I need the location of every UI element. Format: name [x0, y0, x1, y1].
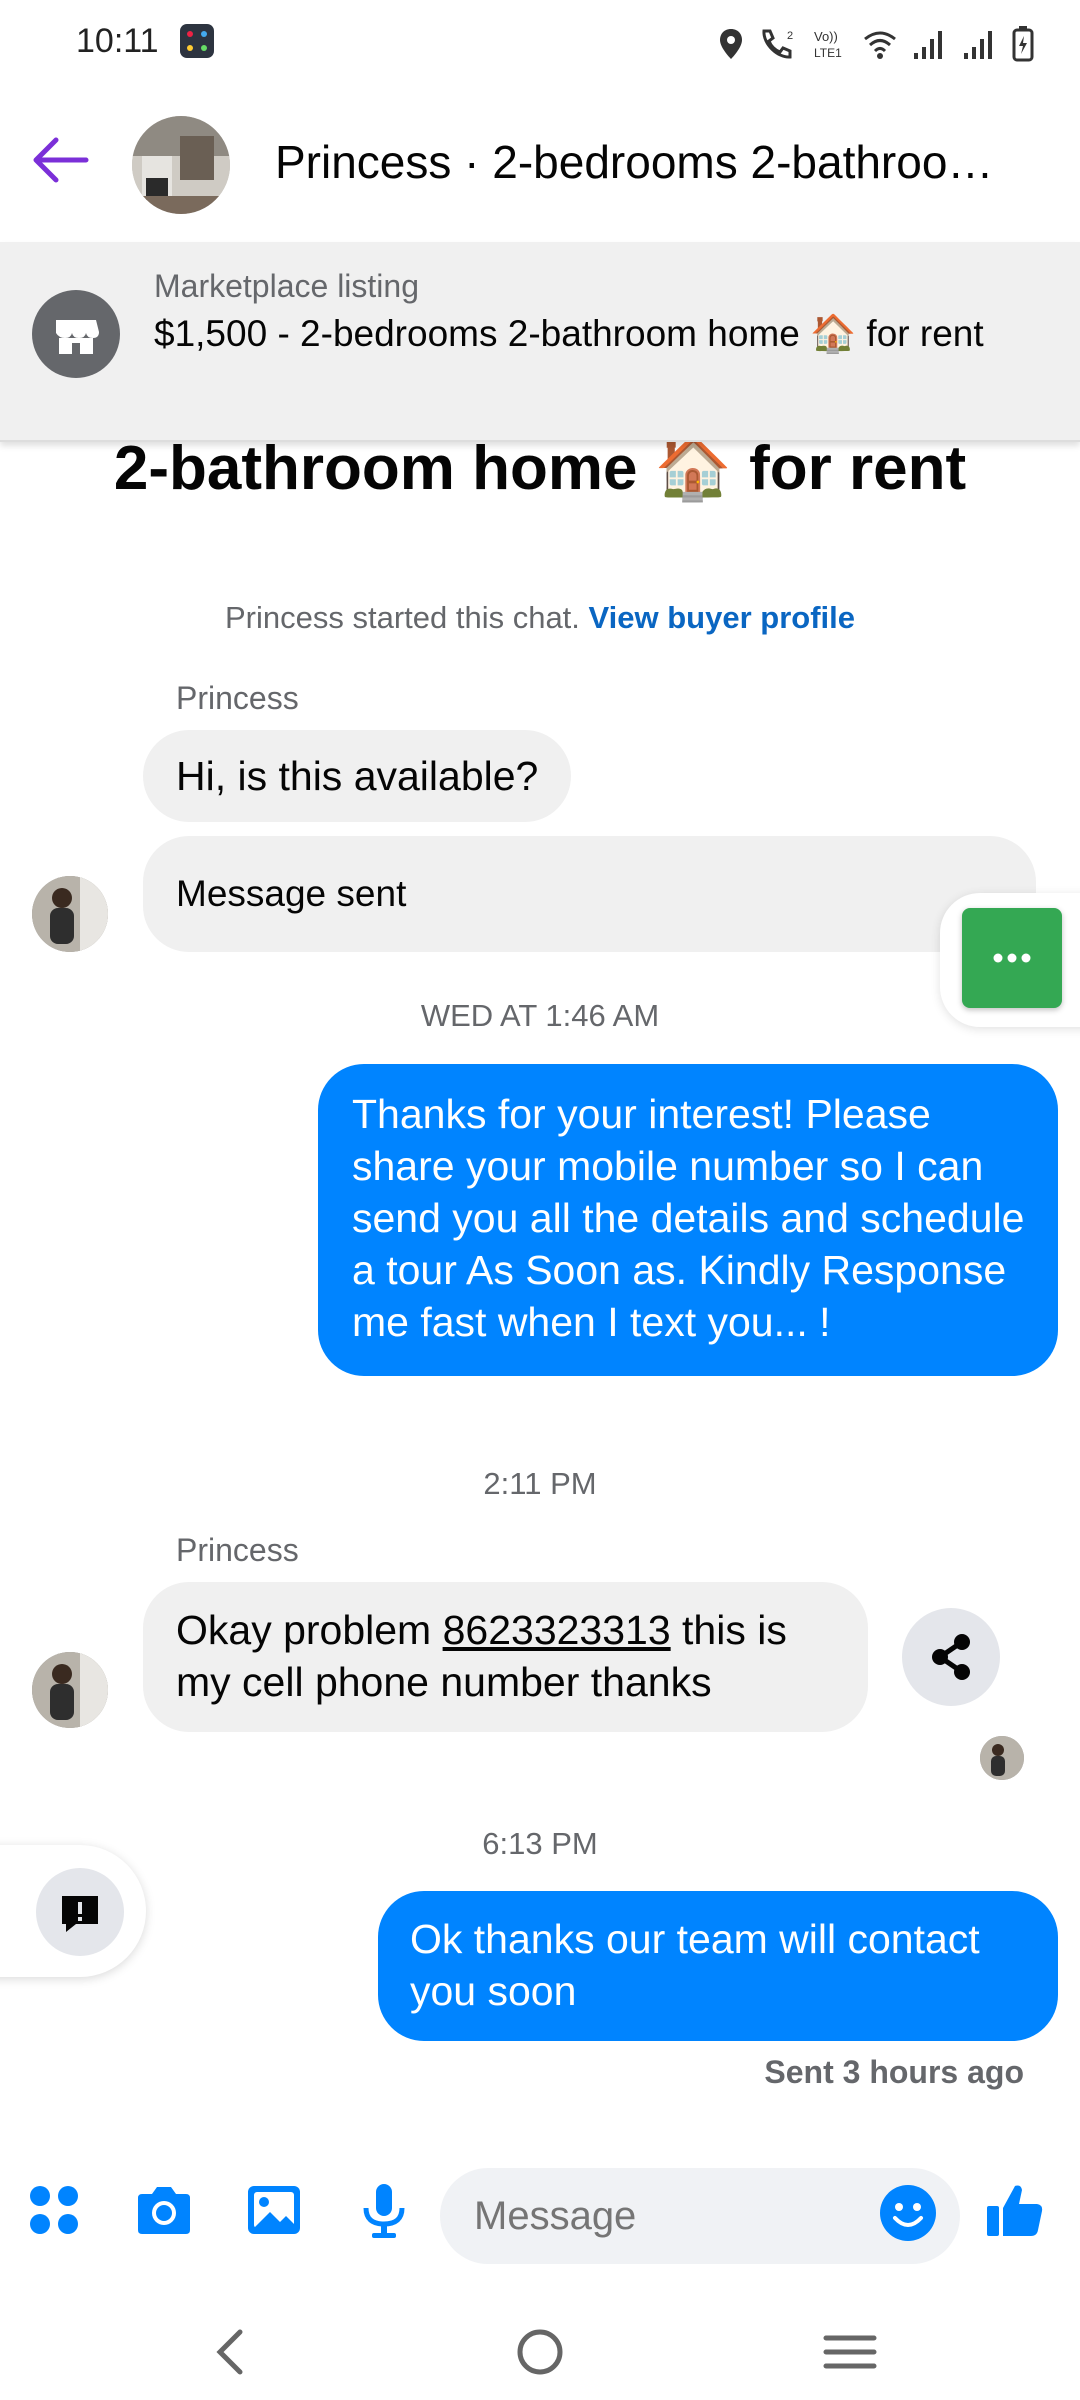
signal-icon-2: [964, 31, 992, 59]
timestamp: WED AT 1:46 AM: [420, 998, 660, 1033]
contact-avatar[interactable]: [32, 876, 108, 952]
more-options-button[interactable]: [962, 908, 1062, 1008]
camera-button[interactable]: [132, 2178, 196, 2242]
app-notification-icon: [180, 24, 214, 58]
share-icon: [932, 1634, 970, 1680]
apps-menu-button[interactable]: [22, 2178, 86, 2242]
apps-icon: [30, 2186, 78, 2234]
share-button[interactable]: [902, 1608, 1000, 1706]
nav-home-icon: [517, 2329, 563, 2375]
nav-home-button[interactable]: [500, 2312, 580, 2392]
more-dots-icon: [993, 953, 1031, 963]
camera-icon: [138, 2187, 190, 2234]
read-receipt-avatar: [980, 1736, 1024, 1780]
listing-thumbnail-avatar[interactable]: [132, 116, 230, 214]
gallery-button[interactable]: [242, 2178, 306, 2242]
nav-back-button[interactable]: [190, 2312, 270, 2392]
listing-heading: 2-bathroom home 🏠 for rent: [113, 434, 967, 503]
back-button[interactable]: [28, 128, 92, 192]
message-bubble-outgoing[interactable]: Thanks for your interest! Please share y…: [318, 1064, 1058, 1376]
listing-label: Marketplace listing: [154, 268, 419, 304]
wifi-call-icon: 2: [762, 29, 793, 59]
nav-back-icon: [216, 2329, 243, 2375]
location-icon: [720, 29, 742, 59]
view-buyer-profile-link[interactable]: View buyer profile: [589, 600, 855, 635]
emoji-icon: [880, 2185, 936, 2241]
phone-number-link[interactable]: 8623323313: [443, 1607, 671, 1653]
sent-status: Sent 3 hours ago: [764, 2054, 1024, 2090]
back-arrow-icon: [33, 137, 89, 183]
message-text: Okay problem: [176, 1607, 443, 1653]
wifi-icon: [864, 31, 896, 59]
volte-icon: Vo)) LTE1: [814, 29, 842, 60]
svg-text:Vo)): Vo)): [814, 29, 838, 44]
signal-icon: [914, 31, 942, 59]
emoji-button[interactable]: [877, 2182, 939, 2244]
nav-recents-icon: [823, 2335, 877, 2369]
chat-start-notice: Princess started this chat. View buyer p…: [0, 600, 1080, 636]
store-icon: [32, 290, 120, 378]
message-bubble-incoming[interactable]: Hi, is this available?: [143, 730, 572, 822]
message-bubble-incoming[interactable]: Okay problem 8623323313 this is my cell …: [143, 1582, 868, 1732]
contact-avatar[interactable]: [32, 1652, 108, 1728]
voice-message-button[interactable]: [352, 2178, 416, 2242]
battery-icon: [1012, 26, 1034, 62]
svg-text:LTE1: LTE1: [814, 46, 842, 60]
status-time: 10:11: [76, 22, 159, 60]
sender-name: Princess: [176, 1532, 299, 1568]
nav-recents-button[interactable]: [810, 2312, 890, 2392]
status-icons: 2 Vo)) LTE1: [718, 24, 1034, 64]
report-icon: [62, 1896, 98, 1932]
listing-title[interactable]: $1,500 - 2-bedrooms 2-bathroom home 🏠 fo…: [154, 310, 1014, 358]
timestamp: 6:13 PM: [482, 1826, 598, 1861]
microphone-icon: [363, 2184, 405, 2238]
message-bubble-outgoing[interactable]: Ok thanks our team will contact you soon: [378, 1891, 1058, 2041]
conversation-title[interactable]: Princess · 2-bedrooms 2-bathroo…: [275, 135, 1015, 189]
message-sent-label: Message sent: [176, 873, 407, 914]
gallery-icon: [248, 2186, 300, 2234]
sender-name: Princess: [176, 680, 299, 716]
report-button[interactable]: [36, 1868, 124, 1956]
thumbs-up-icon: [987, 2185, 1043, 2236]
chat-start-text: Princess started this chat.: [224, 600, 580, 635]
like-button[interactable]: [983, 2178, 1047, 2242]
timestamp: 2:11 PM: [483, 1466, 597, 1501]
svg-text:2: 2: [787, 30, 793, 42]
message-sent-card[interactable]: Message sent: [143, 836, 1036, 952]
